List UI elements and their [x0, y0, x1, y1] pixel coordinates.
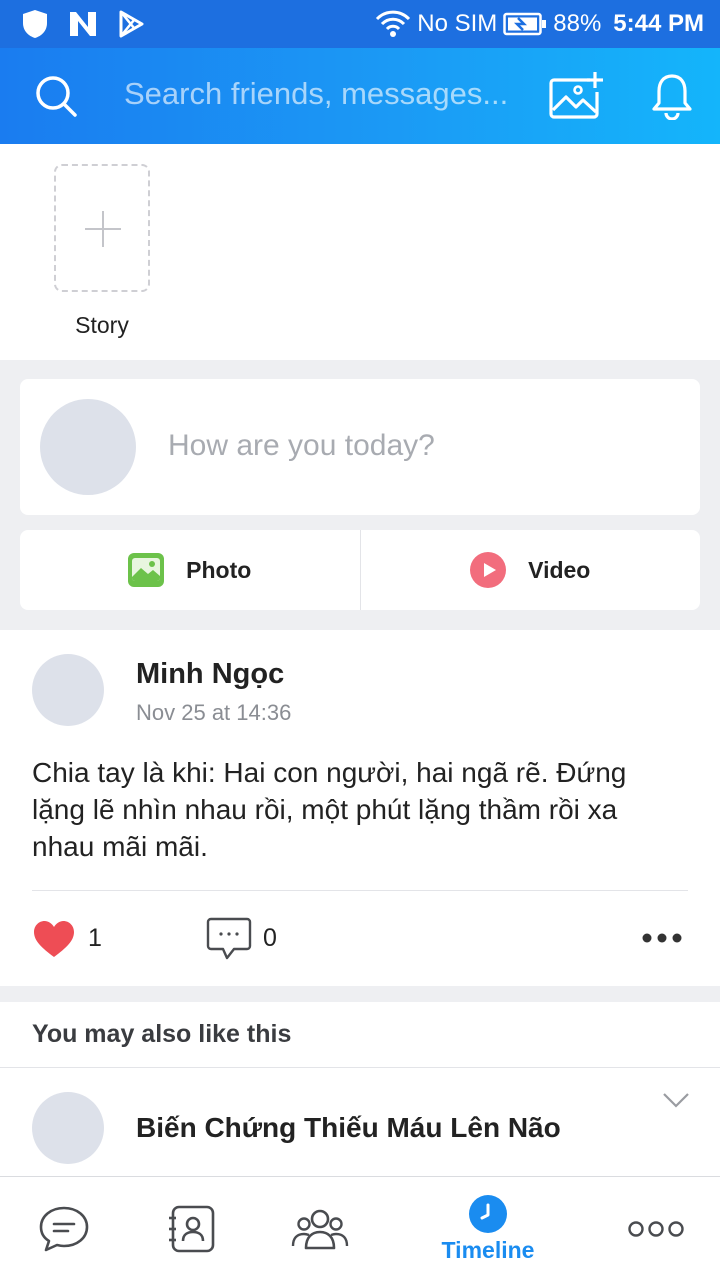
plus-icon — [85, 211, 121, 247]
avatar[interactable] — [32, 654, 104, 726]
nav-timeline[interactable]: Timeline — [428, 1177, 548, 1280]
heart-icon[interactable] — [32, 919, 76, 959]
video-button[interactable]: Video — [359, 530, 701, 610]
avatar — [32, 1092, 104, 1164]
nav-groups[interactable] — [280, 1177, 360, 1280]
add-story-button[interactable] — [54, 164, 150, 292]
suggestions-title: You may also like this — [32, 1020, 292, 1048]
video-label: Video — [528, 556, 591, 583]
feed-post: Minh Ngọc Nov 25 at 14:36 Chia tay là kh… — [0, 630, 720, 986]
more-icon — [628, 1221, 684, 1237]
clock: 5:44 PM — [613, 10, 704, 37]
story-label: Story — [75, 312, 129, 338]
shield-icon — [23, 10, 47, 38]
nav-contacts[interactable] — [152, 1177, 232, 1280]
photo-button[interactable]: Photo — [20, 530, 360, 610]
nav-more[interactable] — [620, 1177, 692, 1280]
post-time: Nov 25 at 14:36 — [136, 700, 292, 725]
photo-label: Photo — [186, 556, 252, 583]
battery-percent: 88% — [553, 10, 602, 37]
status-bar: No SIM 88% 5:44 PM — [0, 0, 720, 48]
divider — [32, 890, 688, 891]
photo-icon — [128, 553, 165, 587]
contacts-icon — [169, 1205, 215, 1253]
bell-icon[interactable] — [650, 72, 694, 120]
chevron-down-icon[interactable] — [662, 1092, 690, 1108]
search-icon[interactable] — [34, 74, 78, 118]
add-photo-icon[interactable] — [548, 70, 606, 122]
groups-icon — [291, 1209, 349, 1250]
bottom-nav: Timeline — [0, 1176, 720, 1280]
suggestion-item[interactable]: Biến Chứng Thiếu Máu Lên Não — [0, 1068, 720, 1178]
composer-prompt[interactable]: How are you today? — [168, 429, 435, 463]
nav-timeline-label: Timeline — [441, 1236, 535, 1263]
more-options-icon[interactable] — [642, 932, 682, 944]
post-author[interactable]: Minh Ngọc — [136, 658, 284, 691]
media-bar: Photo Video — [20, 530, 700, 610]
like-count: 1 — [88, 924, 102, 952]
search-input[interactable]: Search friends, messages... — [124, 76, 524, 112]
story-section: Story — [0, 144, 720, 360]
avatar — [40, 399, 136, 495]
battery-icon — [503, 12, 547, 36]
video-icon — [470, 552, 507, 588]
chat-icon — [39, 1206, 89, 1252]
app-header: Search friends, messages... — [0, 48, 720, 144]
post-text: Chia tay là khi: Hai con người, hai ngã … — [32, 757, 627, 862]
wifi-icon — [376, 10, 411, 37]
comment-icon[interactable] — [206, 916, 252, 962]
timeline-icon — [469, 1194, 507, 1233]
comment-count: 0 — [263, 924, 277, 952]
post-composer[interactable]: How are you today? — [20, 379, 700, 515]
suggestions-header: You may also like this — [0, 1002, 720, 1068]
carrier-text: No SIM — [417, 10, 498, 37]
suggestion-title[interactable]: Biến Chứng Thiếu Máu Lên Não — [136, 1112, 561, 1144]
nav-chat[interactable] — [24, 1177, 104, 1280]
play-store-icon — [119, 10, 144, 38]
n-app-icon — [70, 12, 96, 36]
